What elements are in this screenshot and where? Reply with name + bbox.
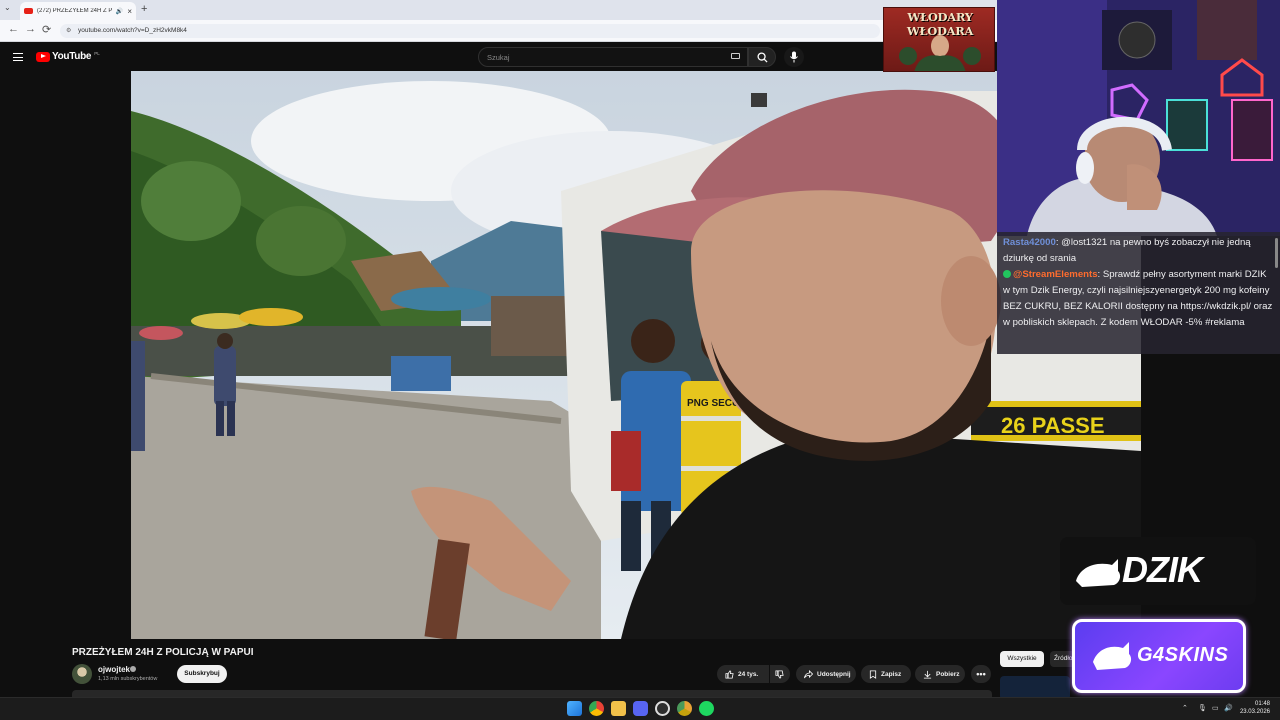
- video-player[interactable]: 26 PASSE PNG SECURITY: [131, 71, 1141, 639]
- share-icon: [804, 669, 813, 678]
- tab-close-icon[interactable]: ×: [127, 7, 132, 16]
- network-icon[interactable]: ▭: [1212, 704, 1219, 712]
- verified-badge-icon: [130, 666, 136, 672]
- tab-title: (272) PRZEŻYŁEM 24H Z PO...: [37, 8, 112, 14]
- chrome-canary-icon[interactable]: [677, 701, 692, 716]
- like-button[interactable]: 24 tys.: [717, 665, 769, 683]
- share-button[interactable]: Udostępnij: [796, 665, 856, 683]
- hamburger-menu-icon[interactable]: [13, 53, 23, 61]
- windows-taskbar: ⌃ 🎙 ▭ 🔊 01:48 23.03.2026: [0, 697, 1280, 720]
- search-input[interactable]: Szukaj: [478, 47, 748, 67]
- youtube-favicon-icon: [24, 8, 33, 14]
- thumbs-down-icon: [775, 669, 784, 679]
- wlodary-banner: WŁODARY WŁODARA: [883, 7, 995, 72]
- verified-bot-icon: [1003, 270, 1011, 278]
- tray-overflow-icon[interactable]: ⌃: [1182, 704, 1188, 712]
- microphone-icon: [790, 51, 798, 63]
- chat-username: Rasta42000: [1003, 237, 1056, 248]
- dzik-banner: DZIK: [1060, 537, 1256, 605]
- subscriber-count: 1,13 mln subskrybentów: [98, 676, 158, 682]
- chat-username: @StreamElements: [1013, 269, 1098, 280]
- new-tab-button[interactable]: +: [141, 3, 147, 15]
- spotify-icon[interactable]: [699, 701, 714, 716]
- obs-icon[interactable]: [655, 701, 670, 716]
- webcam-feed: [997, 0, 1280, 236]
- dislike-button[interactable]: [770, 665, 790, 683]
- clock-time[interactable]: 01:48: [1255, 701, 1270, 707]
- subscribe-button[interactable]: Subskrybuj: [177, 665, 227, 683]
- thumbs-up-icon: [725, 669, 734, 679]
- search-button[interactable]: [748, 47, 776, 67]
- wlodary-figure-icon: [899, 35, 981, 71]
- youtube-logo[interactable]: YouTube PL: [36, 51, 100, 62]
- download-button[interactable]: Pobierz: [915, 665, 965, 683]
- video-frame: 26 PASSE PNG SECURITY: [131, 71, 1141, 639]
- clock-date[interactable]: 23.03.2026: [1240, 709, 1270, 715]
- windows-start-icon[interactable]: [567, 701, 582, 716]
- channel-avatar[interactable]: [72, 664, 92, 684]
- file-explorer-icon[interactable]: [611, 701, 626, 716]
- chip-all[interactable]: Wszystkie: [1000, 651, 1044, 667]
- chat-message: @StreamElements: Sprawdź pełny asortymen…: [1003, 267, 1274, 331]
- voice-search-button[interactable]: [784, 47, 804, 67]
- volume-icon[interactable]: 🔊: [1224, 704, 1233, 712]
- url-field[interactable]: youtube.com/watch?v=D_zH2vkM8k4: [60, 24, 880, 38]
- like-count: 24 tys.: [738, 670, 759, 678]
- chat-scrollbar[interactable]: [1275, 238, 1278, 268]
- chrome-icon[interactable]: [589, 701, 604, 716]
- browser-tab[interactable]: (272) PRZEŻYŁEM 24H Z PO... 🔊 ×: [20, 2, 136, 20]
- site-info-icon[interactable]: ⚙: [66, 27, 71, 34]
- channel-name[interactable]: ojwojtek: [98, 665, 130, 674]
- tab-audio-icon[interactable]: 🔊: [116, 8, 123, 15]
- youtube-play-icon: [36, 51, 50, 62]
- download-icon: [923, 670, 932, 679]
- reload-button[interactable]: ⟳: [42, 23, 51, 36]
- stream-chat: Rasta42000: @lost1321 na pewno byś zobac…: [997, 232, 1280, 354]
- save-button[interactable]: Zapisz: [861, 665, 911, 683]
- bookmark-icon: [869, 669, 877, 679]
- keyboard-icon[interactable]: [731, 53, 740, 59]
- discord-icon[interactable]: [633, 701, 648, 716]
- g4skins-banner-text: G4SKINS: [1137, 644, 1229, 666]
- forward-button[interactable]: →: [25, 23, 36, 35]
- tab-list-button[interactable]: ⌄: [4, 3, 11, 12]
- webcam-overlay: [997, 0, 1280, 236]
- video-title: PRZEŻYŁEM 24H Z POLICJĄ W PAPUI: [72, 647, 254, 658]
- dzik-banner-text: DZIK: [1122, 549, 1203, 590]
- g4skins-banner: G4SKINS: [1072, 619, 1246, 693]
- bus-sign-text: 26 PASSE: [1001, 413, 1105, 438]
- chat-message: Rasta42000: @lost1321 na pewno byś zobac…: [1003, 235, 1274, 267]
- more-actions-button[interactable]: •••: [971, 665, 991, 683]
- microphone-tray-icon[interactable]: 🎙: [1198, 704, 1207, 712]
- back-button[interactable]: ←: [8, 23, 19, 35]
- search-icon: [757, 52, 768, 63]
